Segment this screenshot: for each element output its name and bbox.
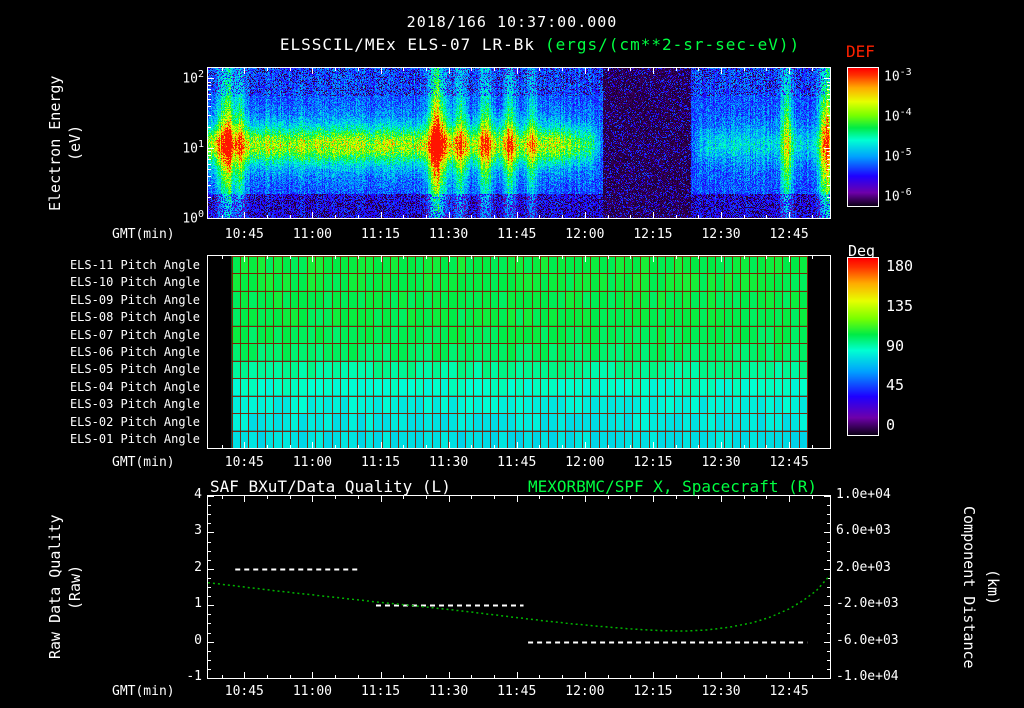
pitch-row-label: ELS-05 Pitch Angle — [60, 362, 200, 376]
time-tick-label: 12:00 — [565, 684, 604, 699]
els-summary-plot-page: 2018/166 10:37:00.000 ELSSCIL/MEx ELS-07… — [0, 0, 1024, 708]
def-colorbar-tick: 10-6 — [884, 187, 912, 204]
line-ylabel-left-units: (Raw) — [66, 496, 84, 678]
spectrogram-ylabel: Electron Energy — [46, 68, 64, 218]
line-ytick-right: -6.0e+03 — [836, 633, 899, 648]
time-tick-label: 12:15 — [633, 455, 672, 470]
line-ytick-left: 3 — [176, 523, 202, 538]
deg-colorbar-tick: 45 — [886, 376, 904, 394]
time-tick-label: 11:00 — [293, 227, 332, 242]
line-ytick-left: 1 — [176, 596, 202, 611]
time-tick-label: 12:15 — [633, 684, 672, 699]
time-tick-label: 12:30 — [701, 684, 740, 699]
time-tick-label: 11:45 — [497, 684, 536, 699]
spectrogram-canvas — [207, 67, 831, 219]
time-tick-label: 12:30 — [701, 455, 740, 470]
line-ytick-right: 2.0e+03 — [836, 560, 891, 575]
time-tick-label: 11:15 — [361, 227, 400, 242]
pitch-row-label: ELS-07 Pitch Angle — [60, 328, 200, 342]
line-ylabel-right-units: (km) — [984, 496, 1002, 678]
pitch-row-label: ELS-10 Pitch Angle — [60, 275, 200, 289]
time-tick-label: 11:30 — [429, 227, 468, 242]
time-tick-label: 12:45 — [770, 455, 809, 470]
pitch-row-label: ELS-06 Pitch Angle — [60, 345, 200, 359]
line-plot-canvas — [207, 495, 831, 679]
deg-colorbar-tick: 180 — [886, 257, 913, 275]
time-tick-label: 12:15 — [633, 227, 672, 242]
spectrogram-ytick: 101 — [158, 139, 204, 156]
pitch-row-label: ELS-03 Pitch Angle — [60, 397, 200, 411]
def-colorbar — [847, 67, 879, 207]
time-tick-label: 11:15 — [361, 684, 400, 699]
time-tick-label: 11:45 — [497, 227, 536, 242]
time-tick-label: 12:00 — [565, 455, 604, 470]
time-tick-label: 11:00 — [293, 684, 332, 699]
gmt-axis-label: GMT(min) — [112, 684, 175, 699]
deg-colorbar-tick: 135 — [886, 297, 913, 315]
plot-title-units: (ergs/(cm**2-sr-sec-eV)) — [545, 35, 800, 54]
time-tick-label: 11:30 — [429, 684, 468, 699]
deg-colorbar-tick: 0 — [886, 416, 895, 434]
plot-datetime: 2018/166 10:37:00.000 — [0, 13, 1024, 31]
time-tick-label: 11:00 — [293, 455, 332, 470]
line-ytick-left: 0 — [176, 633, 202, 648]
spectrogram-ylabel-units: (eV) — [66, 68, 84, 218]
line-ytick-right: 6.0e+03 — [836, 523, 891, 538]
time-tick-label: 12:45 — [770, 227, 809, 242]
plot-title-instrument: ELSSCIL/MEx ELS-07 LR-Bk — [280, 35, 535, 54]
line-ytick-right: 1.0e+04 — [836, 487, 891, 502]
def-colorbar-tick: 10-3 — [884, 67, 912, 84]
time-tick-label: 12:45 — [770, 684, 809, 699]
pitch-row-label: ELS-02 Pitch Angle — [60, 415, 200, 429]
pitch-row-label: ELS-11 Pitch Angle — [60, 258, 200, 272]
spectrogram-ytick: 100 — [158, 209, 204, 226]
def-colorbar-tick: 10-5 — [884, 147, 912, 164]
time-tick-label: 12:00 — [565, 227, 604, 242]
gmt-axis-label: GMT(min) — [112, 227, 175, 242]
line-ytick-left: 2 — [176, 560, 202, 575]
deg-colorbar-tick: 90 — [886, 337, 904, 355]
pitch-row-label: ELS-01 Pitch Angle — [60, 432, 200, 446]
line-ytick-left: -1 — [176, 669, 202, 684]
time-tick-label: 10:45 — [225, 455, 264, 470]
pitch-row-label: ELS-04 Pitch Angle — [60, 380, 200, 394]
spectrogram-ytick: 102 — [158, 69, 204, 86]
line-title-left: SAF_BXuT/Data Quality (L) — [210, 477, 451, 496]
gmt-axis-label: GMT(min) — [112, 455, 175, 470]
line-ytick-right: -2.0e+03 — [836, 596, 899, 611]
pitch-row-label: ELS-09 Pitch Angle — [60, 293, 200, 307]
pitch-row-label: ELS-08 Pitch Angle — [60, 310, 200, 324]
time-tick-label: 12:30 — [701, 227, 740, 242]
plot-title: ELSSCIL/MEx ELS-07 LR-Bk (ergs/(cm**2-sr-… — [56, 35, 1024, 54]
def-colorbar-title: DEF — [846, 42, 875, 61]
time-tick-label: 11:15 — [361, 455, 400, 470]
line-ytick-left: 4 — [176, 487, 202, 502]
def-colorbar-tick: 10-4 — [884, 107, 912, 124]
pitch-angle-canvas — [207, 255, 831, 449]
time-tick-label: 10:45 — [225, 684, 264, 699]
time-tick-label: 11:45 — [497, 455, 536, 470]
time-tick-label: 10:45 — [225, 227, 264, 242]
line-ylabel-right: Component Distance — [960, 496, 978, 678]
time-tick-label: 11:30 — [429, 455, 468, 470]
line-ytick-right: -1.0e+04 — [836, 669, 899, 684]
line-title-right: MEXORBMC/SPF X, Spacecraft (R) — [528, 477, 817, 496]
deg-colorbar — [847, 257, 879, 436]
line-ylabel-left: Raw Data Quality — [46, 496, 64, 678]
